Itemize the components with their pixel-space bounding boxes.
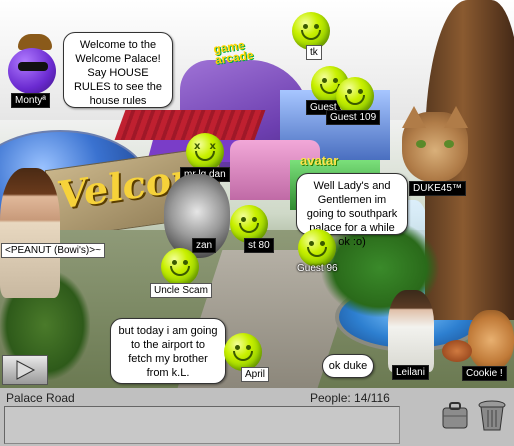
arcade-ramp — [114, 110, 266, 140]
avatar-leilani[interactable] — [388, 290, 434, 372]
room-name-label: Palace Road — [6, 391, 75, 405]
duke-ear-left — [402, 106, 426, 128]
name-tag-duke: DUKE45™ — [409, 181, 466, 196]
people-count-label: People: 14/116 — [310, 391, 390, 405]
trash-button[interactable] — [476, 398, 508, 434]
speech-bubble-monty: Welcome to the Welcome Palace! Say HOUSE… — [63, 32, 173, 108]
duke-ear-right — [444, 106, 468, 128]
name-tag-tk: tk — [306, 45, 322, 60]
chat-input-field[interactable] — [4, 406, 400, 444]
avatar-cookie[interactable] — [468, 310, 514, 370]
avatar-mr-lg-dan[interactable]: xx — [186, 133, 224, 171]
name-tag-zan: zan — [192, 238, 217, 253]
name-tag-guest-80: st 80 — [244, 238, 274, 253]
speech-bubble-duke: Well Lady's and Gentlemen im going to so… — [296, 173, 408, 248]
monty-head — [8, 48, 56, 94]
avatar-april[interactable] — [224, 333, 262, 371]
play-icon — [16, 360, 36, 380]
play-button[interactable] — [2, 355, 48, 385]
status-bar: Palace Road People: 14/116 — [0, 388, 514, 446]
name-tag-guest-109: Guest 109 — [326, 110, 381, 125]
name-tag-uncle-scam: Uncle Scam — [150, 283, 212, 298]
duke-eye-left — [416, 140, 426, 148]
trash-icon — [478, 400, 506, 431]
name-tag-monty: Montyª — [11, 93, 50, 108]
duke-eye-right — [444, 140, 454, 148]
avatar-peanut[interactable] — [0, 168, 60, 298]
palace-room-view[interactable]: Velcom game arcade avatar Montyª Welcome… — [0, 0, 514, 388]
avatar-duke[interactable] — [402, 106, 468, 182]
briefcase-icon — [442, 402, 468, 429]
name-tag-cookie: Cookie ! — [462, 366, 507, 381]
speech-bubble-leilani: ok duke — [322, 354, 374, 378]
monty-glasses — [18, 62, 48, 71]
avatar-uncle-scam[interactable] — [161, 248, 199, 286]
name-tag-leilani: Leilani — [392, 365, 429, 380]
name-tag-april: April — [241, 367, 270, 382]
name-tag-peanut: <PEANUT (Bowi's)>~ — [1, 243, 105, 258]
coin-prop — [442, 340, 472, 362]
briefcase-button[interactable] — [440, 400, 470, 434]
avatar-sign: avatar — [300, 153, 339, 168]
speech-bubble-april: but today i am going to the airport to f… — [110, 318, 226, 384]
name-tag-guest-96: Guest 96 — [297, 263, 338, 274]
